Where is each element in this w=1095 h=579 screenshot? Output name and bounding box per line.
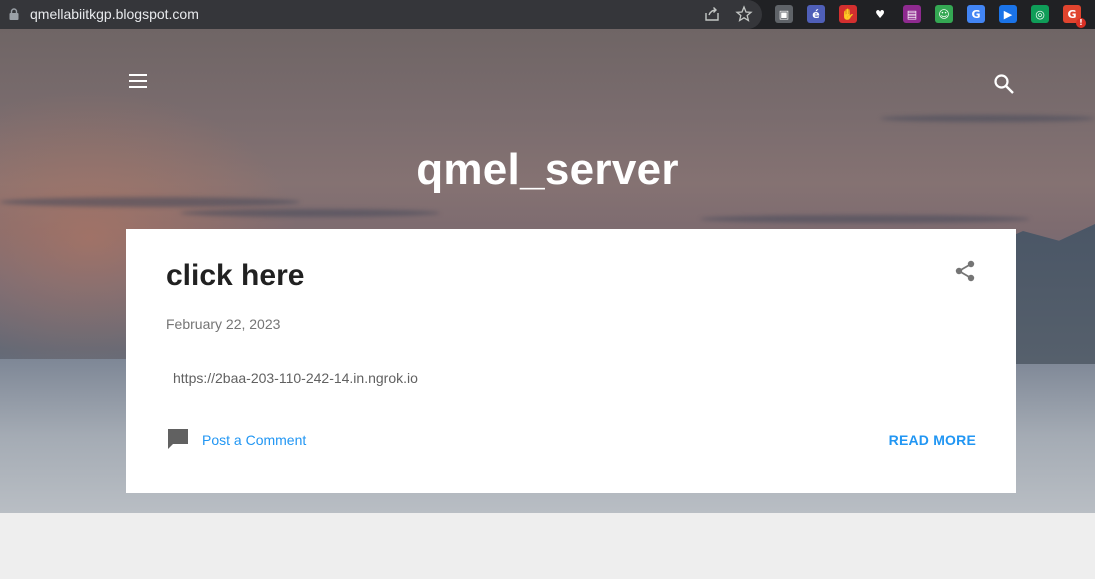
share-page-icon[interactable] <box>703 5 721 23</box>
post-date[interactable]: February 22, 2023 <box>166 316 280 332</box>
cloud-streak <box>880 115 1095 122</box>
edge-style-extension-icon[interactable]: é <box>807 5 825 23</box>
share-icon[interactable] <box>954 260 976 282</box>
robot-extension-icon[interactable]: ☺ <box>935 5 953 23</box>
camera-extension-icon[interactable]: ▣ <box>775 5 793 23</box>
read-more-link[interactable]: READ MORE <box>889 432 976 448</box>
cloud-streak <box>180 209 440 217</box>
browser-toolbar: qmellabiitkgp.blogspot.com ▣ é ✋ ♥ ▤ ☺ G ▶ ◎ G! <box>0 0 1095 29</box>
stop-hand-extension-icon[interactable]: ✋ <box>839 5 857 23</box>
page-footer-area <box>0 513 1095 579</box>
grammar-extension-icon[interactable]: G! <box>1063 5 1086 28</box>
address-bar[interactable]: qmellabiitkgp.blogspot.com <box>0 0 762 29</box>
bookmark-star-icon[interactable] <box>735 5 753 23</box>
google-extension-icon[interactable]: G <box>967 5 985 23</box>
url-text[interactable]: qmellabiitkgp.blogspot.com <box>30 6 199 22</box>
hamburger-menu-icon[interactable] <box>128 73 148 89</box>
lock-icon <box>9 8 19 20</box>
comment-icon[interactable] <box>167 428 189 450</box>
post-card: click here February 22, 2023 https://2ba… <box>126 229 1016 493</box>
post-snippet: https://2baa-203-110-242-14.in.ngrok.io <box>173 370 418 386</box>
office-extension-icon[interactable]: ▤ <box>903 5 921 23</box>
cloud-streak <box>700 215 1030 223</box>
blog-title[interactable]: qmel_server <box>0 145 1095 195</box>
cloud-streak <box>0 197 300 207</box>
search-icon[interactable] <box>993 73 1015 95</box>
notification-badge: ! <box>1076 18 1086 28</box>
magnifier-extension-icon[interactable]: ◎ <box>1031 5 1049 23</box>
screen-capture-extension-icon[interactable]: ▶ <box>999 5 1017 23</box>
heart-extension-icon[interactable]: ♥ <box>871 5 889 23</box>
post-title[interactable]: click here <box>166 259 304 293</box>
post-a-comment-link[interactable]: Post a Comment <box>202 432 306 448</box>
